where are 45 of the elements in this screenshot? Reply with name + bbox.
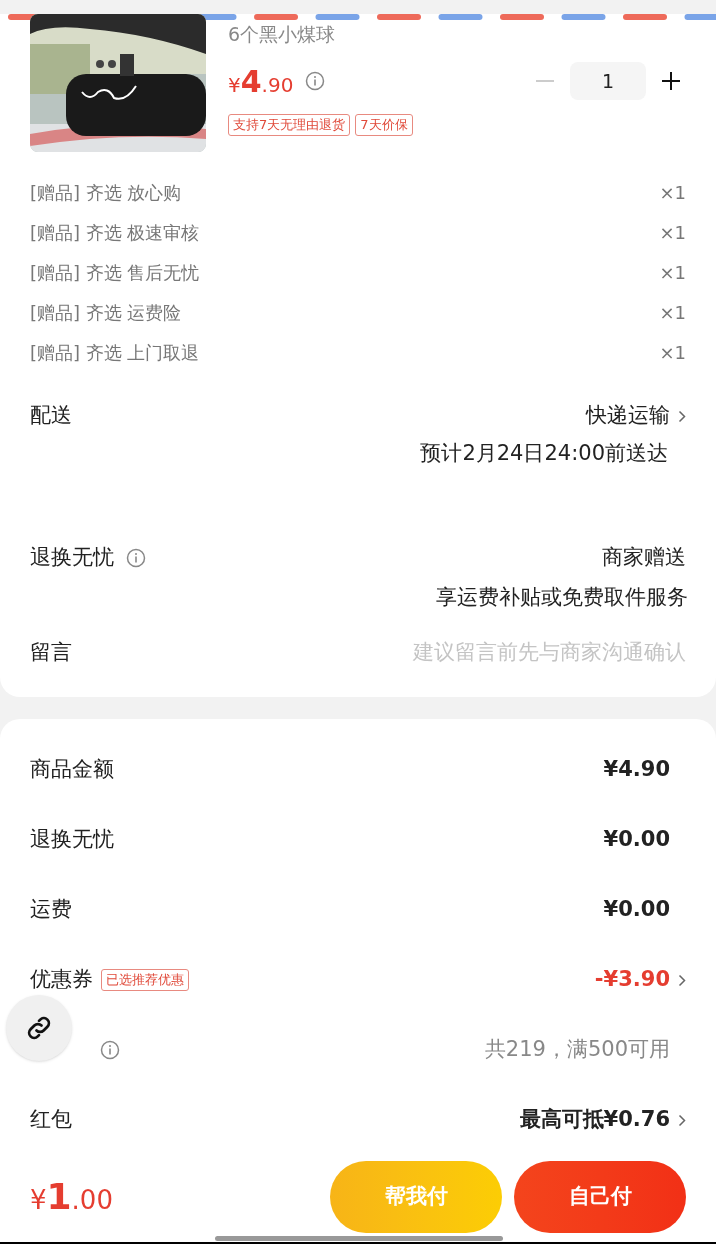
gift-count: ×1 [659,300,686,325]
gift-count: ×1 [659,340,686,365]
gift-count: ×1 [659,220,686,245]
product-price: ¥4.90 [228,62,294,101]
gift-label: [赠品] 齐选 极速审核 [30,220,200,245]
summary-value: ¥0.00 [603,896,670,924]
summary-label: 商品金额 [30,756,114,784]
message-label: 留言 [30,639,72,667]
quantity-field[interactable]: 1 [570,62,646,100]
pay-button[interactable]: 自己付 [514,1161,686,1233]
return-service-label: 退换无忧 [30,543,114,571]
summary-label: 退换无忧 [30,826,114,854]
summary-label: 红包 [30,1106,72,1134]
minus-icon [536,80,554,82]
chevron-right-icon [678,973,686,987]
info-icon[interactable] [126,547,146,568]
delivery-estimate: 预计2月24日24:00前送达 [420,440,668,467]
gift-count: ×1 [659,180,686,205]
product-name: 6个黑小煤球 [228,22,337,47]
total-price: ¥1.00 [30,1175,113,1219]
summary-value: ¥0.00 [603,826,670,854]
info-icon[interactable] [305,71,326,91]
gift-label: [赠品] 齐选 售后无忧 [30,260,200,285]
summary-value[interactable]: -¥3.90 [594,964,670,996]
chevron-right-icon [678,409,686,423]
gift-label: [赠品] 齐选 运费险 [30,300,182,325]
return-service-note: 享运费补贴或免费取件服务 [436,583,688,611]
delivery-method[interactable]: 快递运输 [586,400,670,432]
policy-tag: 支持7天无理由退货 [228,113,351,136]
coupon-tag: 已选推荐优惠 [101,969,189,991]
summary-label: 优惠券 [30,966,93,994]
return-service-value: 商家赠送 [602,543,686,571]
summary-label: 运费 [30,896,72,924]
chevron-right-icon [678,1113,686,1127]
gift-label: [赠品] 齐选 上门取退 [30,340,200,365]
info-icon[interactable] [100,1040,120,1060]
policy-tag: 7天价保 [355,113,413,136]
summary-value: 共219，满500可用 [484,1036,670,1064]
summary-value[interactable]: 最高可抵¥0.76 [519,1104,670,1136]
message-field[interactable]: 建议留言前先与商家沟通确认 [88,637,686,669]
gift-label: [赠品] 齐选 放心购 [30,180,182,205]
delivery-label: 配送 [30,402,72,430]
plus-icon [661,71,681,91]
gift-count: ×1 [659,260,686,285]
summary-value: ¥4.90 [603,756,670,784]
